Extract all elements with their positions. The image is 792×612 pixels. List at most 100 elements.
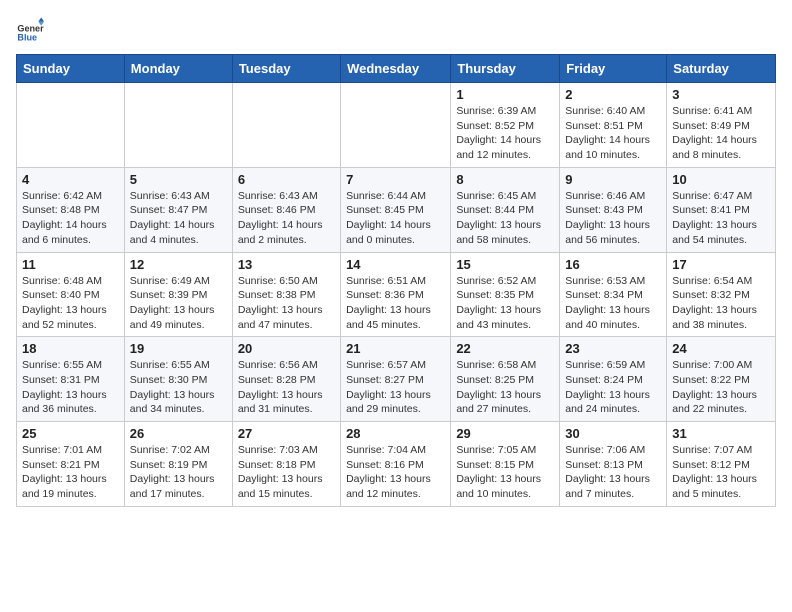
calendar-cell: 13 Sunrise: 6:50 AM Sunset: 8:38 PM Dayli… xyxy=(232,252,340,337)
calendar-cell: 25 Sunrise: 7:01 AM Sunset: 8:21 PM Dayli… xyxy=(17,422,125,507)
day-number: 5 xyxy=(130,172,227,187)
calendar-cell: 23Sunrise: 6:59 AM Sunset: 8:24 PM Dayli… xyxy=(560,337,667,422)
calendar-cell: 16 Sunrise: 6:53 AM Sunset: 8:34 PM Dayli… xyxy=(560,252,667,337)
day-number: 8 xyxy=(456,172,554,187)
day-info: Sunrise: 6:51 AM Sunset: 8:36 PM Dayligh… xyxy=(346,274,445,333)
day-number: 12 xyxy=(130,257,227,272)
calendar-cell: 14 Sunrise: 6:51 AM Sunset: 8:36 PM Dayli… xyxy=(341,252,451,337)
day-info: Sunrise: 6:50 AM Sunset: 8:38 PM Dayligh… xyxy=(238,274,335,333)
day-info: Sunrise: 6:43 AM Sunset: 8:46 PM Dayligh… xyxy=(238,189,335,248)
logo: General Blue xyxy=(16,16,48,44)
day-info: Sunrise: 6:45 AM Sunset: 8:44 PM Dayligh… xyxy=(456,189,554,248)
day-number: 2 xyxy=(565,87,661,102)
day-info: Sunrise: 7:05 AM Sunset: 8:15 PM Dayligh… xyxy=(456,443,554,502)
svg-text:Blue: Blue xyxy=(17,33,37,43)
day-info: Sunrise: 7:03 AM Sunset: 8:18 PM Dayligh… xyxy=(238,443,335,502)
day-number: 1 xyxy=(456,87,554,102)
weekday-header-saturday: Saturday xyxy=(667,55,776,83)
day-info: Sunrise: 6:39 AM Sunset: 8:52 PM Dayligh… xyxy=(456,104,554,163)
day-number: 10 xyxy=(672,172,770,187)
calendar-table: SundayMondayTuesdayWednesdayThursdayFrid… xyxy=(16,54,776,507)
day-number: 22 xyxy=(456,341,554,356)
calendar-cell: 3 Sunrise: 6:41 AM Sunset: 8:49 PM Daylig… xyxy=(667,83,776,168)
calendar-cell: 19 Sunrise: 6:55 AM Sunset: 8:30 PM Dayli… xyxy=(124,337,232,422)
calendar-cell: 7 Sunrise: 6:44 AM Sunset: 8:45 PM Daylig… xyxy=(341,167,451,252)
calendar-cell xyxy=(341,83,451,168)
day-number: 21 xyxy=(346,341,445,356)
day-info: Sunrise: 7:01 AM Sunset: 8:21 PM Dayligh… xyxy=(22,443,119,502)
calendar-cell: 12 Sunrise: 6:49 AM Sunset: 8:39 PM Dayli… xyxy=(124,252,232,337)
calendar-cell: 6 Sunrise: 6:43 AM Sunset: 8:46 PM Daylig… xyxy=(232,167,340,252)
day-info: Sunrise: 6:57 AM Sunset: 8:27 PM Dayligh… xyxy=(346,358,445,417)
day-info: Sunrise: 6:58 AM Sunset: 8:25 PM Dayligh… xyxy=(456,358,554,417)
calendar-week-3: 11 Sunrise: 6:48 AM Sunset: 8:40 PM Dayli… xyxy=(17,252,776,337)
day-number: 14 xyxy=(346,257,445,272)
day-info: Sunrise: 6:46 AM Sunset: 8:43 PM Dayligh… xyxy=(565,189,661,248)
calendar-cell: 26Sunrise: 7:02 AM Sunset: 8:19 PM Dayli… xyxy=(124,422,232,507)
weekday-header-tuesday: Tuesday xyxy=(232,55,340,83)
calendar-cell: 17Sunrise: 6:54 AM Sunset: 8:32 PM Dayli… xyxy=(667,252,776,337)
calendar-cell: 22 Sunrise: 6:58 AM Sunset: 8:25 PM Dayli… xyxy=(451,337,560,422)
day-number: 16 xyxy=(565,257,661,272)
day-info: Sunrise: 6:41 AM Sunset: 8:49 PM Dayligh… xyxy=(672,104,770,163)
calendar-cell: 30 Sunrise: 7:06 AM Sunset: 8:13 PM Dayli… xyxy=(560,422,667,507)
calendar-cell: 9 Sunrise: 6:46 AM Sunset: 8:43 PM Daylig… xyxy=(560,167,667,252)
calendar-cell: 11 Sunrise: 6:48 AM Sunset: 8:40 PM Dayli… xyxy=(17,252,125,337)
day-info: Sunrise: 6:49 AM Sunset: 8:39 PM Dayligh… xyxy=(130,274,227,333)
day-info: Sunrise: 7:02 AM Sunset: 8:19 PM Dayligh… xyxy=(130,443,227,502)
day-number: 20 xyxy=(238,341,335,356)
calendar-cell: 4 Sunrise: 6:42 AM Sunset: 8:48 PM Daylig… xyxy=(17,167,125,252)
calendar-cell xyxy=(232,83,340,168)
calendar-cell: 31Sunrise: 7:07 AM Sunset: 8:12 PM Dayli… xyxy=(667,422,776,507)
calendar-week-2: 4 Sunrise: 6:42 AM Sunset: 8:48 PM Daylig… xyxy=(17,167,776,252)
day-number: 6 xyxy=(238,172,335,187)
calendar-cell: 18 Sunrise: 6:55 AM Sunset: 8:31 PM Dayli… xyxy=(17,337,125,422)
calendar-cell: 24Sunrise: 7:00 AM Sunset: 8:22 PM Dayli… xyxy=(667,337,776,422)
day-number: 29 xyxy=(456,426,554,441)
calendar-cell xyxy=(124,83,232,168)
day-info: Sunrise: 6:55 AM Sunset: 8:31 PM Dayligh… xyxy=(22,358,119,417)
day-number: 25 xyxy=(22,426,119,441)
day-info: Sunrise: 6:55 AM Sunset: 8:30 PM Dayligh… xyxy=(130,358,227,417)
calendar-cell: 28Sunrise: 7:04 AM Sunset: 8:16 PM Dayli… xyxy=(341,422,451,507)
day-number: 19 xyxy=(130,341,227,356)
day-info: Sunrise: 6:43 AM Sunset: 8:47 PM Dayligh… xyxy=(130,189,227,248)
calendar-week-5: 25 Sunrise: 7:01 AM Sunset: 8:21 PM Dayli… xyxy=(17,422,776,507)
calendar-cell: 15Sunrise: 6:52 AM Sunset: 8:35 PM Dayli… xyxy=(451,252,560,337)
calendar-week-1: 1 Sunrise: 6:39 AM Sunset: 8:52 PM Daylig… xyxy=(17,83,776,168)
day-info: Sunrise: 6:44 AM Sunset: 8:45 PM Dayligh… xyxy=(346,189,445,248)
day-number: 28 xyxy=(346,426,445,441)
weekday-header-thursday: Thursday xyxy=(451,55,560,83)
day-info: Sunrise: 6:40 AM Sunset: 8:51 PM Dayligh… xyxy=(565,104,661,163)
calendar-cell: 20 Sunrise: 6:56 AM Sunset: 8:28 PM Dayli… xyxy=(232,337,340,422)
day-info: Sunrise: 6:56 AM Sunset: 8:28 PM Dayligh… xyxy=(238,358,335,417)
day-number: 11 xyxy=(22,257,119,272)
weekday-header-wednesday: Wednesday xyxy=(341,55,451,83)
day-number: 13 xyxy=(238,257,335,272)
day-number: 27 xyxy=(238,426,335,441)
day-number: 4 xyxy=(22,172,119,187)
day-number: 15 xyxy=(456,257,554,272)
calendar-header-row: SundayMondayTuesdayWednesdayThursdayFrid… xyxy=(17,55,776,83)
day-number: 31 xyxy=(672,426,770,441)
day-info: Sunrise: 6:54 AM Sunset: 8:32 PM Dayligh… xyxy=(672,274,770,333)
weekday-header-sunday: Sunday xyxy=(17,55,125,83)
calendar-cell: 10 Sunrise: 6:47 AM Sunset: 8:41 PM Dayli… xyxy=(667,167,776,252)
day-info: Sunrise: 7:06 AM Sunset: 8:13 PM Dayligh… xyxy=(565,443,661,502)
weekday-header-friday: Friday xyxy=(560,55,667,83)
calendar-cell: 29 Sunrise: 7:05 AM Sunset: 8:15 PM Dayli… xyxy=(451,422,560,507)
day-info: Sunrise: 6:53 AM Sunset: 8:34 PM Dayligh… xyxy=(565,274,661,333)
day-number: 18 xyxy=(22,341,119,356)
day-info: Sunrise: 6:47 AM Sunset: 8:41 PM Dayligh… xyxy=(672,189,770,248)
calendar-cell xyxy=(17,83,125,168)
day-number: 30 xyxy=(565,426,661,441)
day-number: 23 xyxy=(565,341,661,356)
day-info: Sunrise: 6:42 AM Sunset: 8:48 PM Dayligh… xyxy=(22,189,119,248)
day-number: 7 xyxy=(346,172,445,187)
calendar-cell: 2 Sunrise: 6:40 AM Sunset: 8:51 PM Daylig… xyxy=(560,83,667,168)
day-number: 3 xyxy=(672,87,770,102)
day-number: 9 xyxy=(565,172,661,187)
day-info: Sunrise: 6:48 AM Sunset: 8:40 PM Dayligh… xyxy=(22,274,119,333)
calendar-cell: 1 Sunrise: 6:39 AM Sunset: 8:52 PM Daylig… xyxy=(451,83,560,168)
calendar-cell: 21 Sunrise: 6:57 AM Sunset: 8:27 PM Dayli… xyxy=(341,337,451,422)
